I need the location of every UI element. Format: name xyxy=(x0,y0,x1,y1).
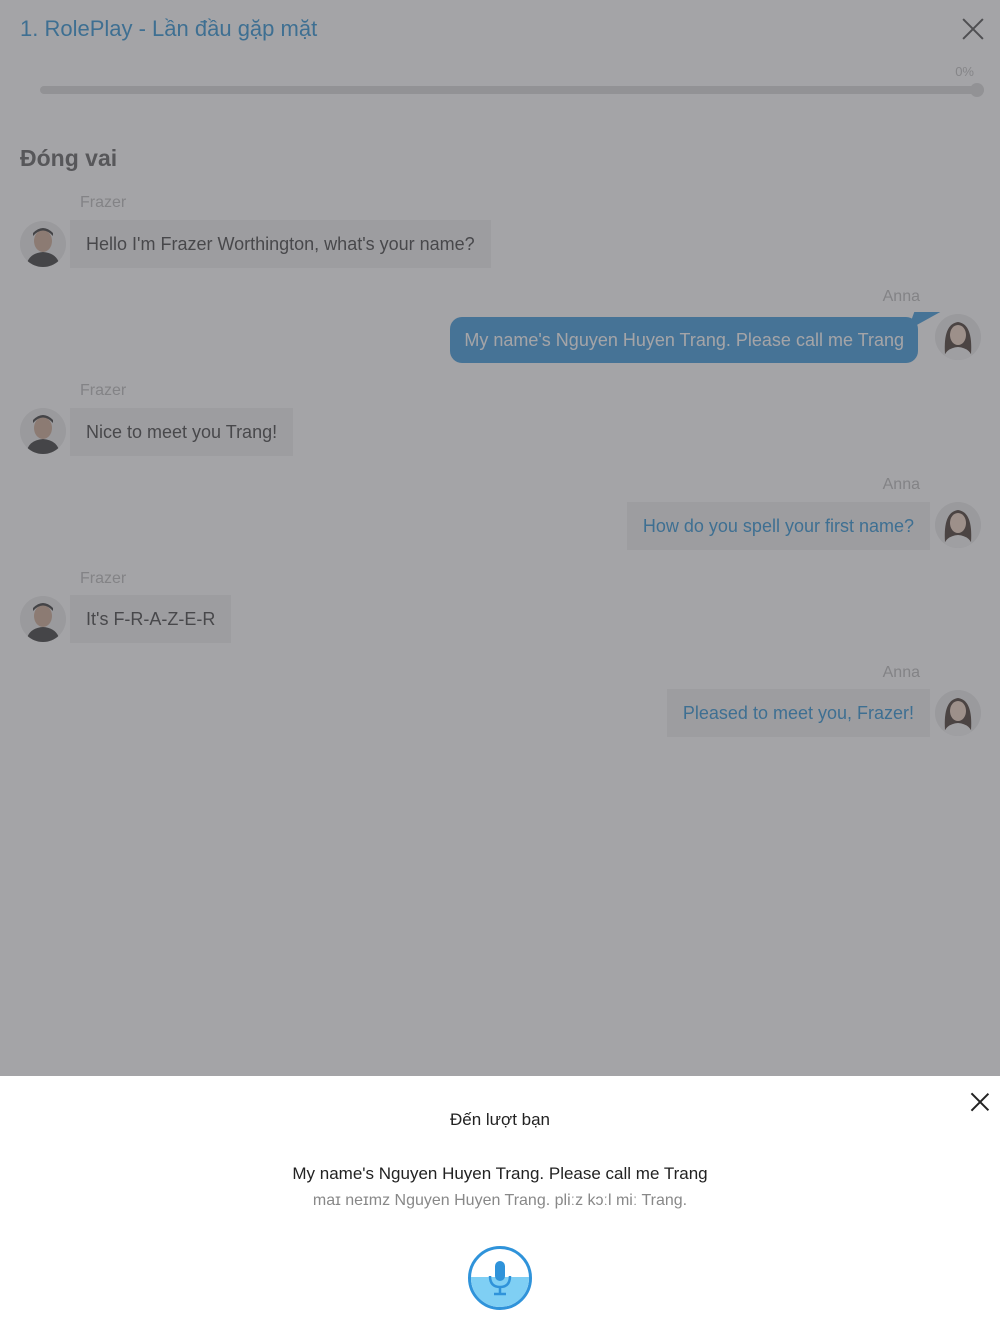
avatar-anna xyxy=(935,502,981,548)
avatar-frazer xyxy=(20,221,66,267)
message-bubble: Hello I'm Frazer Worthington, what's you… xyxy=(70,220,491,268)
progress-bar xyxy=(40,86,984,94)
message-bubble: Nice to meet you Trang! xyxy=(70,408,294,456)
roleplay-screen: 1. RolePlay - Lần đầu gặp mặt 0% Đóng va… xyxy=(0,0,1000,1076)
ipa-transcription: maɪ neɪmz Nguyen Huyen Trang. pliːz kɔːl… xyxy=(312,1192,688,1209)
progress-knob xyxy=(970,83,984,97)
avatar-frazer xyxy=(20,596,66,642)
message-bubble: It's F-R-A-Z-E-R xyxy=(70,595,232,643)
lesson-title: 1. RolePlay - Lần đầu gặp mặt xyxy=(20,16,318,41)
speaker-name: Anna xyxy=(882,476,920,493)
record-button[interactable] xyxy=(468,1246,532,1310)
microphone-icon xyxy=(488,1261,512,1296)
speaker-name: Anna xyxy=(882,288,920,305)
section-title: Đóng vai xyxy=(20,145,118,171)
active-message-bubble[interactable]: My name's Nguyen Huyen Trang. Please cal… xyxy=(450,317,918,363)
message-bubble: How do you spell your first name? xyxy=(626,502,930,550)
bottom-sheet: Đến lượt bạn My name's Nguyen Huyen Tran… xyxy=(0,1076,1000,1334)
speaker-name: Frazer xyxy=(80,382,127,399)
speaker-name: Frazer xyxy=(80,194,127,211)
speaker-name: Anna xyxy=(882,664,920,681)
progress-percent: 0% xyxy=(955,64,974,79)
avatar-anna xyxy=(935,314,981,360)
speaker-name: Frazer xyxy=(80,570,127,587)
avatar-anna xyxy=(935,690,981,736)
avatar-frazer xyxy=(20,408,66,454)
target-sentence: My name's Nguyen Huyen Trang. Please cal… xyxy=(292,1164,708,1183)
message-bubble: Pleased to meet you, Frazer! xyxy=(666,689,930,737)
sheet-heading: Đến lượt bạn xyxy=(449,1110,551,1129)
close-icon[interactable] xyxy=(958,14,988,44)
